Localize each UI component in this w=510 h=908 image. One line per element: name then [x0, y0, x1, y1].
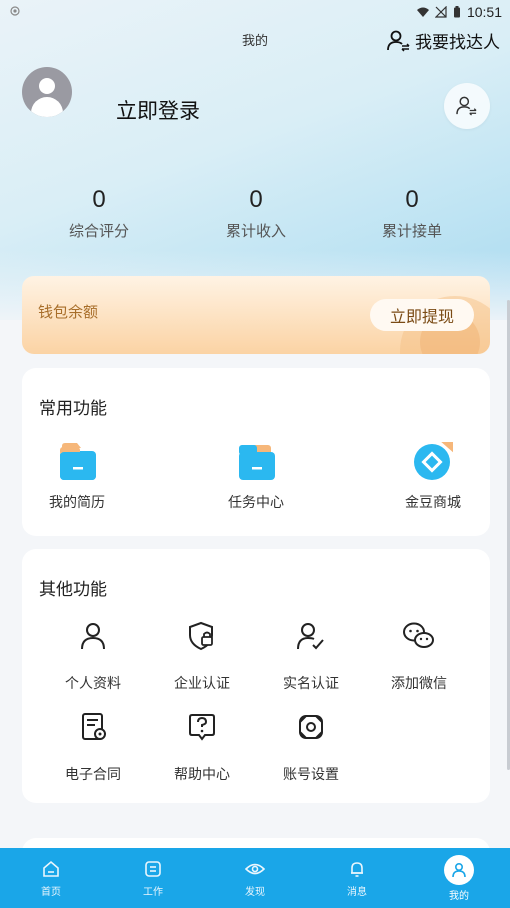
feature-resume[interactable]: 我的简历	[22, 442, 132, 512]
wechat-icon	[399, 621, 439, 661]
tab-label: 我的	[449, 891, 469, 902]
feature-label: 金豆商城	[405, 495, 461, 511]
tab-label: 消息	[347, 887, 367, 898]
settings-icon	[291, 712, 331, 752]
app-notification-icon	[10, 5, 20, 19]
bean-mall-icon	[413, 440, 455, 482]
wifi-icon	[416, 7, 429, 17]
stat-orders[interactable]: 0 累计接单	[342, 186, 482, 241]
stat-rating[interactable]: 0 综合评分	[29, 186, 169, 241]
user-check-icon	[291, 621, 331, 661]
avatar-body	[31, 97, 63, 117]
feature-add-wechat[interactable]: 添加微信	[364, 621, 474, 693]
no-signal-icon	[434, 6, 447, 18]
feature-label: 帮助中心	[174, 767, 230, 783]
feature-help[interactable]: 帮助中心	[147, 712, 257, 784]
stat-label: 累计接单	[381, 222, 442, 240]
feature-label: 电子合同	[65, 767, 121, 783]
tab-messages[interactable]: 消息	[306, 848, 408, 908]
stat-income[interactable]: 0 累计收入	[186, 186, 326, 241]
resume-folder-icon	[57, 442, 97, 482]
work-icon	[145, 861, 161, 877]
profile-icon	[444, 855, 474, 885]
switch-user-icon	[387, 30, 410, 52]
stat-label: 累计收入	[225, 222, 286, 240]
stat-value: 0	[92, 186, 106, 213]
contract-icon	[73, 712, 113, 752]
feature-profile[interactable]: 个人资料	[38, 621, 148, 693]
feature-contract[interactable]: 电子合同	[38, 712, 148, 784]
feature-label: 企业认证	[174, 676, 230, 692]
feature-bean-mall[interactable]: 金豆商城	[378, 440, 488, 512]
bottom-tab-bar: 首页 工作 发现 消息 我的	[0, 848, 510, 908]
find-talent-label: 我要找达人	[415, 33, 500, 53]
eye-icon	[245, 863, 265, 875]
feature-label: 我的简历	[49, 495, 105, 511]
section-title: 常用功能	[39, 399, 107, 419]
feature-account-settings[interactable]: 账号设置	[256, 712, 366, 784]
stat-value: 0	[249, 186, 263, 213]
stat-value: 0	[405, 186, 419, 213]
stat-label: 综合评分	[68, 222, 129, 240]
feature-realname-auth[interactable]: 实名认证	[256, 621, 366, 693]
home-icon	[43, 860, 59, 877]
feature-company-auth[interactable]: 企业认证	[147, 621, 257, 693]
feature-label: 任务中心	[228, 495, 284, 511]
user-icon	[73, 621, 113, 661]
tab-discover[interactable]: 发现	[204, 848, 306, 908]
tab-home[interactable]: 首页	[0, 848, 102, 908]
tab-label: 首页	[41, 887, 61, 898]
tab-label: 工作	[143, 887, 163, 898]
avatar-head	[39, 78, 55, 94]
wallet-label: 钱包余额	[38, 303, 99, 321]
feature-label: 个人资料	[65, 676, 121, 692]
feature-label: 实名认证	[283, 676, 339, 692]
avatar[interactable]	[22, 67, 72, 117]
bell-icon	[351, 862, 363, 877]
battery-icon	[453, 6, 460, 18]
status-bar: 10:51	[0, 0, 510, 24]
task-folder-icon	[236, 442, 276, 482]
feature-label: 账号设置	[283, 767, 339, 783]
common-functions-card: 常用功能 我的简历 任务中心 金豆商城	[22, 368, 490, 536]
clock: 10:51	[466, 4, 502, 20]
other-functions-card: 其他功能 个人资料 企业认证 实名认证 添加微信 电子合同 帮助中心 账号设置	[22, 549, 490, 803]
shield-lock-icon	[182, 621, 222, 661]
tab-me[interactable]: 我的	[408, 848, 510, 908]
feature-label: 添加微信	[391, 676, 447, 692]
tab-label: 发现	[245, 887, 265, 898]
login-link[interactable]: 立即登录	[116, 95, 200, 125]
tab-work[interactable]: 工作	[102, 848, 204, 908]
section-title: 其他功能	[39, 580, 107, 600]
wallet-card[interactable]: 钱包余额 立即提现	[22, 276, 490, 354]
feature-tasks[interactable]: 任务中心	[201, 442, 311, 512]
switch-user-icon	[456, 96, 477, 116]
help-icon	[182, 712, 222, 752]
withdraw-button[interactable]: 立即提现	[370, 299, 474, 331]
switch-role-button[interactable]	[444, 83, 490, 129]
find-talent-button[interactable]: 我要找达人	[387, 28, 500, 53]
status-icons: 10:51	[416, 4, 502, 20]
